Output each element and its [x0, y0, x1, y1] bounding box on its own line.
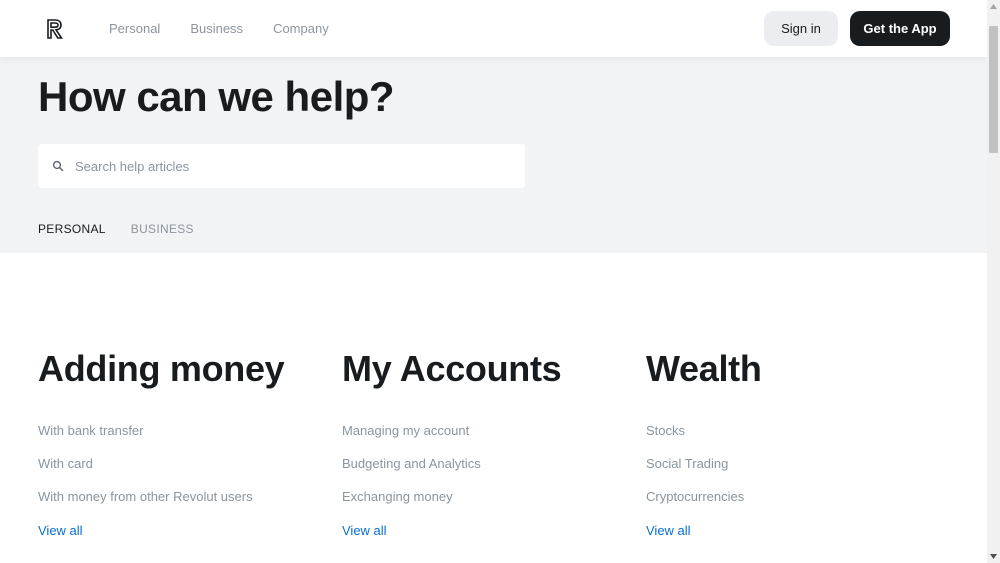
search-box [38, 144, 525, 188]
category-links: With bank transfer With card With money … [38, 423, 328, 522]
sign-in-button[interactable]: Sign in [764, 11, 838, 46]
revolut-logo-icon[interactable] [44, 17, 64, 41]
scrollbar-thumb[interactable] [989, 26, 998, 153]
category-adding-money: Adding money With bank transfer With car… [38, 349, 328, 540]
top-header: Personal Business Company Sign in Get th… [0, 0, 987, 57]
category-link[interactable]: Managing my account [342, 423, 632, 456]
help-center-page: Personal Business Company Sign in Get th… [0, 0, 987, 563]
tab-personal[interactable]: PERSONAL [38, 222, 106, 236]
view-all-link[interactable]: View all [38, 523, 83, 538]
category-title: Wealth [646, 348, 762, 389]
category-links: Managing my account Budgeting and Analyt… [342, 423, 632, 522]
category-title: Adding money [38, 348, 285, 389]
category-link[interactable]: With bank transfer [38, 423, 328, 456]
category-wealth: Wealth Stocks Social Trading Cryptocurre… [646, 349, 936, 540]
audience-tabs: PERSONAL BUSINESS [38, 222, 194, 236]
category-link[interactable]: Exchanging money [342, 489, 632, 522]
view-all-link[interactable]: View all [342, 523, 387, 538]
category-links: Stocks Social Trading Cryptocurrencies [646, 423, 936, 522]
get-the-app-button[interactable]: Get the App [850, 11, 950, 46]
scroll-up-arrow-icon[interactable] [987, 0, 1000, 13]
category-link[interactable]: Stocks [646, 423, 936, 456]
nav-business[interactable]: Business [190, 21, 243, 36]
search-icon [52, 159, 64, 172]
category-link[interactable]: Cryptocurrencies [646, 489, 936, 522]
category-link[interactable]: With card [38, 456, 328, 489]
main-nav: Personal Business Company [109, 21, 329, 36]
search-input[interactable] [75, 144, 515, 188]
scroll-down-arrow-icon[interactable] [987, 550, 1000, 563]
category-link[interactable]: Budgeting and Analytics [342, 456, 632, 489]
hero-section: How can we help? PERSONAL BUSINESS [0, 57, 987, 253]
category-title: My Accounts [342, 348, 562, 389]
category-link[interactable]: Social Trading [646, 456, 936, 489]
category-link[interactable]: With money from other Revolut users [38, 489, 328, 522]
page-title: How can we help? [38, 73, 395, 120]
vertical-scrollbar[interactable] [987, 0, 1000, 563]
nav-company[interactable]: Company [273, 21, 329, 36]
help-categories: Adding money With bank transfer With car… [0, 253, 987, 563]
tab-business[interactable]: BUSINESS [131, 222, 194, 236]
nav-personal[interactable]: Personal [109, 21, 160, 36]
category-my-accounts: My Accounts Managing my account Budgetin… [342, 349, 632, 540]
view-all-link[interactable]: View all [646, 523, 691, 538]
